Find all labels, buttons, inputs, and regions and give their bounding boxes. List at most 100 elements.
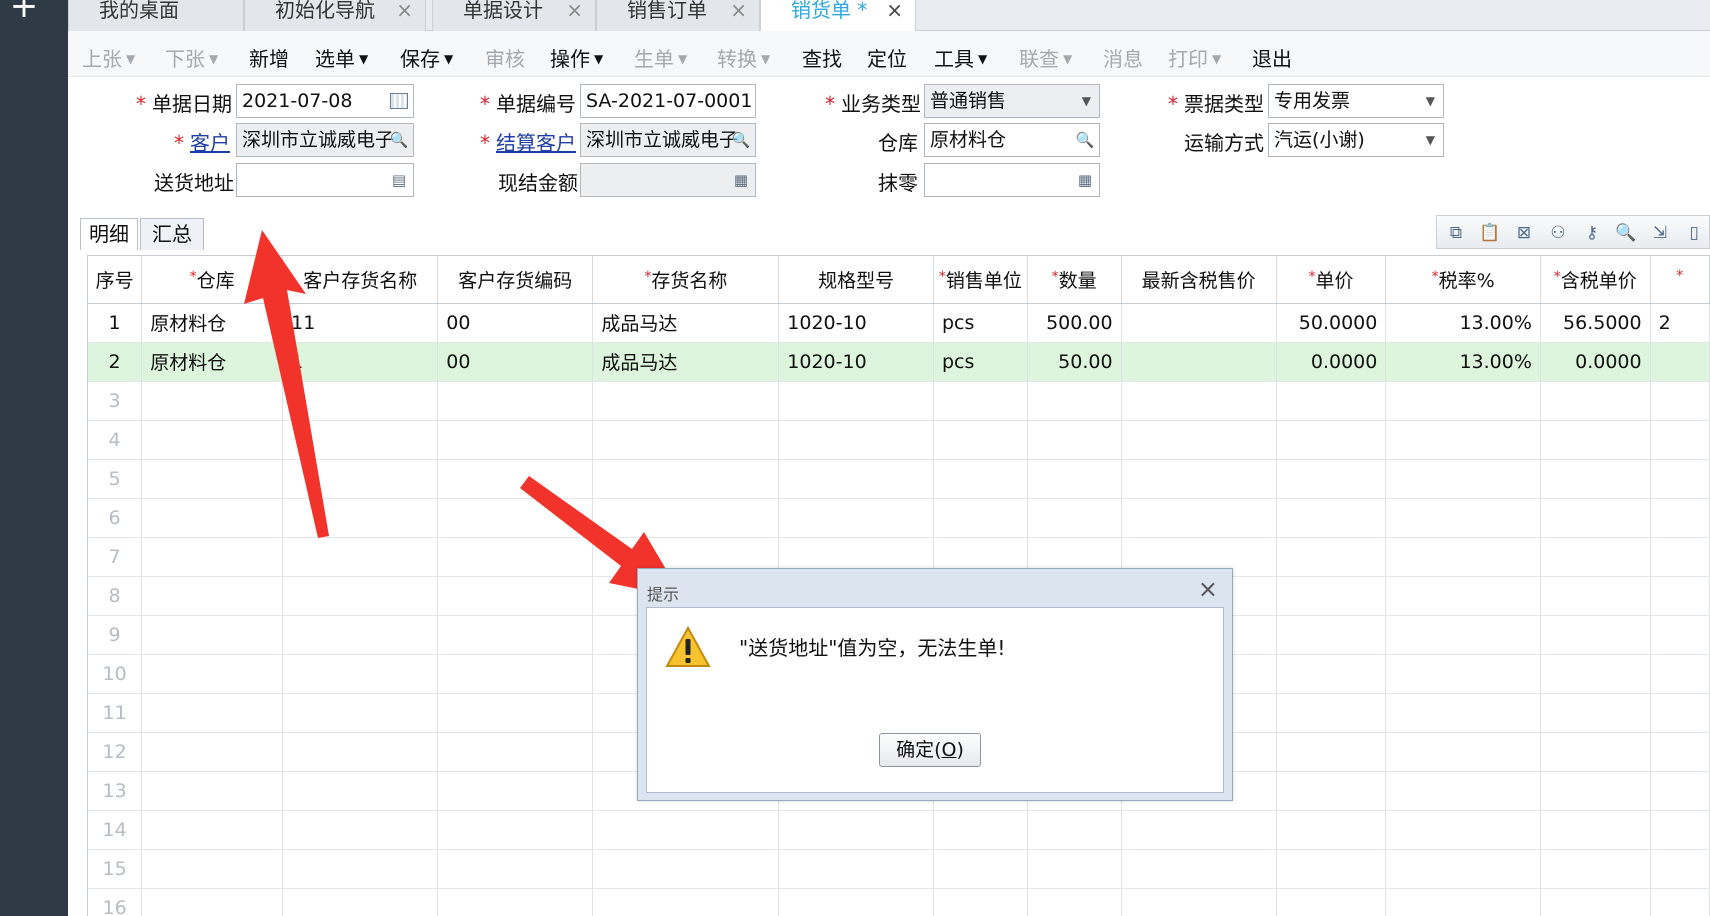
table-cell[interactable]: 1: [282, 342, 439, 382]
table-cell[interactable]: [437, 693, 594, 733]
table-cell[interactable]: [1385, 888, 1541, 916]
excel-export-icon[interactable]: ⊠: [1513, 222, 1535, 244]
table-cell[interactable]: [1385, 693, 1541, 733]
table-cell[interactable]: [437, 810, 594, 850]
table-cell[interactable]: [282, 810, 439, 850]
table-cell[interactable]: 1020-10: [778, 342, 934, 382]
table-cell[interactable]: [1385, 420, 1541, 460]
table-cell[interactable]: 成品马达: [592, 303, 780, 343]
table-cell[interactable]: [933, 420, 1028, 460]
table-cell[interactable]: [1276, 888, 1387, 916]
print-button[interactable]: 打印 ▼: [1168, 43, 1221, 72]
table-cell[interactable]: 50.0000: [1276, 303, 1387, 343]
table-cell[interactable]: [778, 810, 934, 850]
table-cell[interactable]: 13.00%: [1385, 342, 1541, 382]
audit-button[interactable]: 审核: [485, 43, 525, 72]
table-cell[interactable]: [1385, 459, 1541, 499]
table-cell[interactable]: [1650, 810, 1710, 850]
table-cell[interactable]: [1276, 615, 1387, 655]
table-cell[interactable]: [1650, 888, 1710, 916]
table-cell[interactable]: [933, 810, 1028, 850]
close-icon[interactable]: ×: [886, 0, 903, 25]
table-cell[interactable]: [778, 420, 934, 460]
paste-icon[interactable]: 📋: [1479, 222, 1501, 244]
table-cell[interactable]: [1540, 615, 1651, 655]
table-cell[interactable]: [437, 537, 594, 577]
table-cell[interactable]: [141, 888, 284, 916]
tab-init-nav[interactable]: 初始化导航 ×: [244, 0, 426, 31]
table-cell[interactable]: 50.00: [1027, 342, 1122, 382]
table-cell[interactable]: [1121, 303, 1277, 343]
key-icon[interactable]: ⚷: [1581, 222, 1603, 244]
table-row[interactable]: 16: [88, 888, 1710, 916]
edit-icon[interactable]: ▤: [389, 170, 409, 190]
table-cell[interactable]: [778, 381, 934, 421]
table-cell[interactable]: [282, 615, 439, 655]
table-row[interactable]: 6: [88, 498, 1710, 538]
settle-customer-label[interactable]: * 结算客户: [480, 127, 576, 156]
table-cell[interactable]: [1540, 537, 1651, 577]
convert-button[interactable]: 转换 ▼: [717, 43, 770, 72]
table-cell[interactable]: [1540, 420, 1651, 460]
table-cell[interactable]: [437, 381, 594, 421]
tab-detail[interactable]: 明细: [80, 218, 138, 250]
table-row[interactable]: 3: [88, 381, 1710, 421]
search-icon[interactable]: 🔍: [731, 130, 751, 150]
table-cell[interactable]: [1121, 420, 1277, 460]
warehouse-field[interactable]: 原材料仓 🔍: [924, 123, 1100, 157]
new-button[interactable]: 新增: [249, 43, 289, 72]
table-cell[interactable]: [141, 810, 284, 850]
table-cell[interactable]: [437, 771, 594, 811]
table-cell[interactable]: [282, 420, 439, 460]
table-cell[interactable]: [778, 849, 934, 889]
table-cell[interactable]: [1121, 459, 1277, 499]
copy-icon[interactable]: ⧉: [1445, 222, 1467, 244]
table-cell[interactable]: [933, 498, 1028, 538]
close-icon[interactable]: ×: [730, 0, 747, 25]
table-cell[interactable]: [933, 459, 1028, 499]
table-cell[interactable]: 原材料仓: [141, 342, 284, 382]
table-cell[interactable]: [141, 537, 284, 577]
table-cell[interactable]: [1540, 771, 1651, 811]
table-cell[interactable]: [1385, 498, 1541, 538]
calculator-icon[interactable]: ▦: [1075, 170, 1095, 190]
table-cell[interactable]: [282, 732, 439, 772]
table-row[interactable]: 2 原材料仓 1 00 成品马达 1020-10 pcs 50.00 0.0000 13.00% 0…: [88, 342, 1710, 382]
table-cell[interactable]: [141, 654, 284, 694]
table-cell[interactable]: [933, 849, 1028, 889]
table-cell[interactable]: [282, 576, 439, 616]
search-icon[interactable]: 🔍: [1075, 130, 1095, 150]
table-cell[interactable]: [1276, 849, 1387, 889]
table-cell[interactable]: [1276, 810, 1387, 850]
table-cell[interactable]: [1540, 654, 1651, 694]
tab-sales-delivery[interactable]: 销货单 * ×: [760, 0, 916, 32]
column-header[interactable]: 序号: [88, 256, 143, 304]
preview-icon[interactable]: 🔍: [1615, 222, 1637, 244]
table-cell[interactable]: 13.00%: [1385, 303, 1541, 343]
table-cell[interactable]: [1385, 576, 1541, 616]
column-header[interactable]: *单价: [1276, 256, 1387, 304]
table-cell[interactable]: [1650, 615, 1710, 655]
invoice-type-select[interactable]: 专用发票 ▼: [1268, 84, 1444, 118]
table-cell[interactable]: [141, 459, 284, 499]
tab-sales-order[interactable]: 销售订单 ×: [596, 0, 760, 31]
table-cell[interactable]: [592, 498, 780, 538]
table-cell[interactable]: [437, 888, 594, 916]
table-cell[interactable]: [141, 576, 284, 616]
table-cell[interactable]: [1027, 810, 1122, 850]
link-query-button[interactable]: 联查 ▼: [1019, 43, 1072, 72]
table-cell[interactable]: [141, 771, 284, 811]
table-cell[interactable]: pcs: [933, 342, 1028, 382]
table-cell[interactable]: [1276, 654, 1387, 694]
next-button[interactable]: 下张 ▼: [165, 43, 218, 72]
table-row[interactable]: 4: [88, 420, 1710, 460]
rounding-field[interactable]: ▦: [924, 163, 1100, 197]
message-button[interactable]: 消息: [1103, 43, 1143, 72]
table-cell[interactable]: [141, 381, 284, 421]
table-cell[interactable]: [1385, 810, 1541, 850]
table-cell[interactable]: [282, 381, 439, 421]
table-cell[interactable]: [1121, 849, 1277, 889]
table-cell[interactable]: [1121, 810, 1277, 850]
customer-label[interactable]: * 客户: [174, 127, 230, 156]
tools-button[interactable]: 工具 ▼: [934, 43, 987, 72]
